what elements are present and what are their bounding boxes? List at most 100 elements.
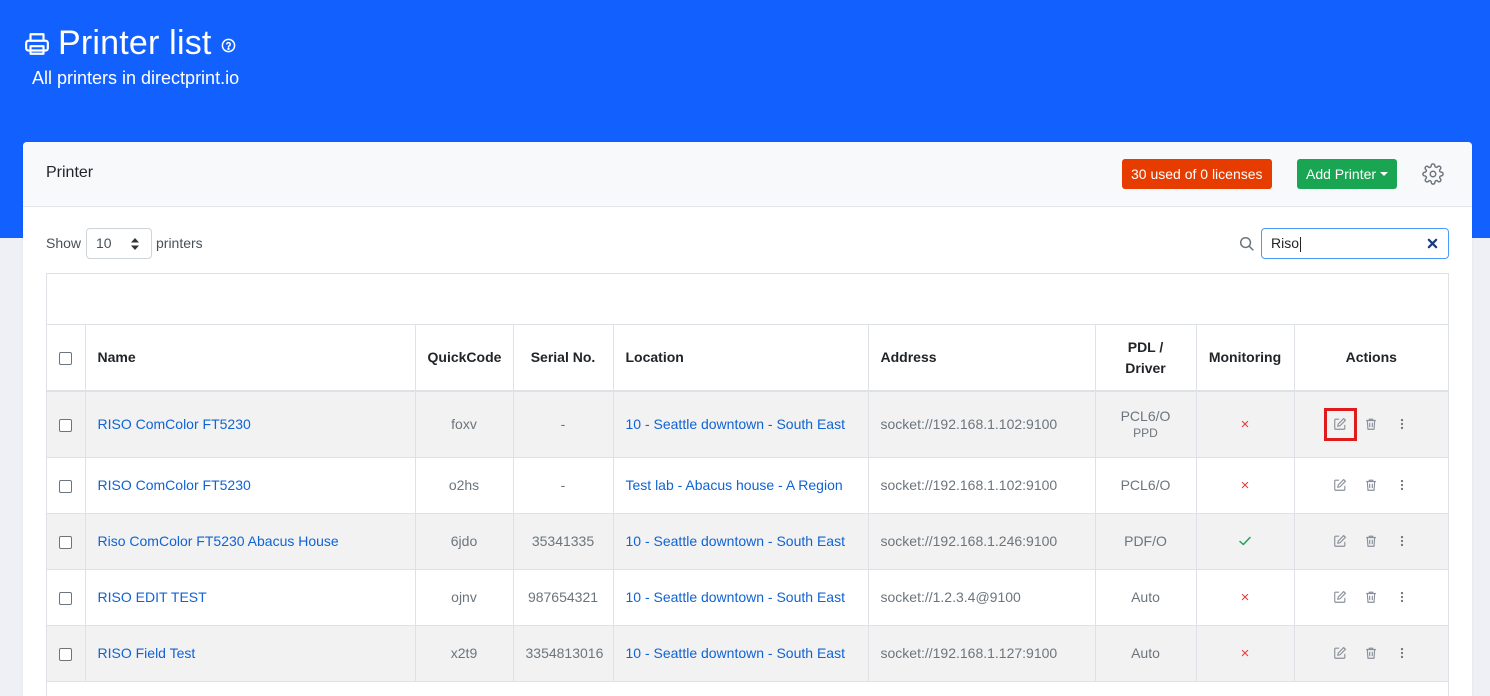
pdl-value: PCL6/O [1120,477,1171,493]
column-header-monitoring[interactable]: Monitoring [1196,325,1295,392]
trash-icon[interactable] [1360,586,1383,609]
license-badge[interactable]: 30 used of 0 licenses [1122,159,1272,189]
quickcode-cell: foxv [415,391,514,458]
serial-cell: 987654321 [513,569,614,626]
more-vertical-icon[interactable] [1391,474,1414,497]
serial-cell: 35341335 [513,513,614,570]
table-row: RISO ComColor FT5230 foxv -10 - Seattle do… [47,391,1448,458]
search-input-value: Riso [1271,235,1300,251]
printer-name-link[interactable]: RISO ComColor FT5230 [85,457,416,514]
location-link[interactable]: 10 - Seattle downtown - South East [613,513,869,570]
page-length-select[interactable]: 10 [86,228,152,259]
printer-name-link[interactable]: RISO ComColor FT5230 [85,391,416,458]
location-link[interactable]: Test lab - Abacus house - A Region [613,457,869,514]
pdl-driver-cell: Auto [1095,569,1197,626]
page-title-group: Printer list [24,24,236,63]
actions-cell [1294,457,1448,514]
cross-icon: × [1240,644,1250,662]
row-checkbox[interactable] [59,535,73,549]
address-cell: socket://192.168.1.102:9100 [868,391,1096,458]
more-vertical-icon[interactable] [1391,586,1414,609]
location-link[interactable]: 10 - Seattle downtown - South East [613,391,869,458]
table-row: Riso ComColor FT5230 Abacus House 6jdo 353… [47,513,1448,570]
cross-icon: × [1240,476,1250,494]
serial-cell: - [513,391,614,458]
caret-down-icon [1380,172,1389,176]
printers-label: printers [156,235,203,251]
monitoring-cell [1196,513,1295,570]
location-link[interactable]: 10 - Seattle downtown - South East [613,569,869,626]
pdl-value: PCL6/O [1120,408,1171,425]
printer-table: Name QuickCode Serial No. Location Addre… [47,325,1448,682]
edit-icon[interactable] [1329,530,1352,553]
gear-icon[interactable] [1422,163,1444,185]
pdl-value: Auto [1131,589,1160,605]
address-cell: socket://192.168.1.127:9100 [868,625,1096,682]
quickcode-cell: x2t9 [415,625,514,682]
edit-icon[interactable] [1329,642,1352,665]
search-input[interactable]: Riso [1261,228,1449,259]
edit-icon[interactable] [1329,586,1352,609]
actions-cell [1294,513,1448,570]
table-controls: Show 10 printers Riso [46,228,1449,260]
row-select-cell [47,457,86,514]
row-checkbox[interactable] [59,647,73,661]
edit-icon[interactable] [1329,474,1352,497]
more-vertical-icon[interactable] [1391,642,1414,665]
more-vertical-icon[interactable] [1391,530,1414,553]
location-link[interactable]: 10 - Seattle downtown - South East [613,625,869,682]
more-vertical-icon[interactable] [1391,413,1414,436]
printer-card: Printer 30 used of 0 licenses Add Printe… [23,142,1472,696]
show-label: Show [46,235,82,251]
text-cursor [1300,236,1302,252]
actions-cell [1294,569,1448,626]
add-printer-button[interactable]: Add Printer [1297,159,1398,189]
card-title: Printer [46,164,94,181]
row-select-cell [47,625,86,682]
trash-icon[interactable] [1360,530,1383,553]
row-select-cell [47,513,86,570]
column-header-quickcode[interactable]: QuickCode [415,325,514,392]
trash-icon[interactable] [1360,413,1383,436]
table-toolbar-area [47,274,1448,325]
edit-icon[interactable] [1323,407,1357,441]
driver-value: PPD [1133,426,1158,441]
row-checkbox[interactable] [59,479,73,493]
trash-icon[interactable] [1360,642,1383,665]
monitoring-cell: × [1196,391,1295,458]
close-icon[interactable] [1427,238,1438,249]
pdl-driver-cell: Auto [1095,625,1197,682]
card-header: Printer 30 used of 0 licenses Add Printe… [23,142,1472,207]
monitoring-cell: × [1196,457,1295,514]
column-header-pdl-driver[interactable]: PDL / Driver [1095,325,1197,392]
printer-name-link[interactable]: Riso ComColor FT5230 Abacus House [85,513,416,570]
search-icon [1239,236,1254,251]
printer-name-link[interactable]: RISO Field Test [85,625,416,682]
page-subtitle: All printers in directprint.io [32,68,240,88]
trash-icon[interactable] [1360,474,1383,497]
monitoring-cell: × [1196,569,1295,626]
row-checkbox[interactable] [59,591,73,605]
row-checkbox[interactable] [59,419,73,433]
quickcode-cell: o2hs [415,457,514,514]
add-printer-label: Add Printer [1306,166,1377,182]
address-cell: socket://192.168.1.102:9100 [868,457,1096,514]
page-length-value: 10 [96,235,112,251]
address-cell: socket://1.2.3.4@9100 [868,569,1096,626]
address-cell: socket://192.168.1.246:9100 [868,513,1096,570]
column-header-address[interactable]: Address [868,325,1096,392]
pdl-driver-cell: PDF/O [1095,513,1197,570]
actions-cell [1294,625,1448,682]
sort-arrows-icon [131,238,139,250]
column-header-serial[interactable]: Serial No. [513,325,614,392]
column-header-name[interactable]: Name [85,325,416,392]
pdl-driver-cell: PCL6/O [1095,457,1197,514]
check-icon [1239,533,1251,549]
printer-icon [25,32,49,55]
table-row: RISO Field Test x2t9 3354813016 10 - Seattl… [47,625,1448,682]
serial-cell: - [513,457,614,514]
select-all-checkbox[interactable] [59,351,73,365]
printer-name-link[interactable]: RISO EDIT TEST [85,569,416,626]
column-header-location[interactable]: Location [613,325,869,392]
help-icon[interactable] [221,38,236,53]
